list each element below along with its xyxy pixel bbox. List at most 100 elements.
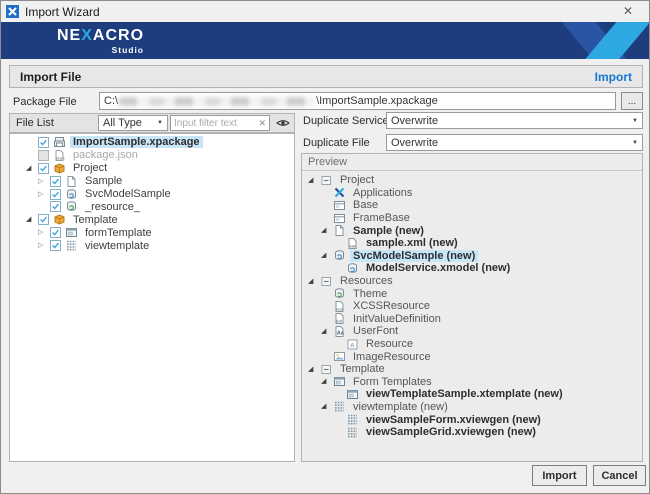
tree-item-label[interactable]: formTemplate xyxy=(82,227,155,239)
app-icon xyxy=(333,186,346,199)
checkbox-unchecked[interactable] xyxy=(38,150,49,161)
tree-item[interactable]: initInitValueDefinition xyxy=(302,313,642,326)
tree-item[interactable]: ◢ viewtemplate (new) xyxy=(302,401,642,414)
expanded-arrow-icon[interactable]: ◢ xyxy=(321,403,333,410)
checkbox-checked[interactable] xyxy=(50,201,61,212)
checkbox-checked[interactable] xyxy=(38,214,49,225)
tree-item-label[interactable]: Sample xyxy=(82,175,125,187)
tree-item-label[interactable]: SvcModelSample xyxy=(82,188,174,200)
collapsed-arrow-icon[interactable]: ▷ xyxy=(38,191,50,198)
tree-item[interactable]: ◢AaUserFont xyxy=(302,325,642,338)
tree-item[interactable]: ModelService.xmodel (new) xyxy=(302,262,642,275)
eye-toggle-icon[interactable] xyxy=(273,115,293,131)
tree-item-label[interactable]: Project xyxy=(70,162,110,174)
tree-item[interactable]: ▷ viewtemplate xyxy=(10,239,294,252)
expanded-arrow-icon[interactable]: ◢ xyxy=(321,227,333,234)
tree-item-label[interactable]: ImportSample.xpackage xyxy=(70,136,203,148)
tree-item-label[interactable]: Sample (new) xyxy=(350,225,427,237)
expanded-arrow-icon[interactable]: ◢ xyxy=(26,216,38,223)
tree-item-label[interactable]: viewSampleGrid.xviewgen (new) xyxy=(363,426,539,438)
tree-item-label[interactable]: sample.xml (new) xyxy=(363,237,461,249)
tree-item[interactable]: ImportSample.xpackage xyxy=(10,136,294,149)
tree-item[interactable]: Base xyxy=(302,199,642,212)
collapsed-arrow-icon[interactable]: ▷ xyxy=(38,242,50,249)
title-bar[interactable]: Import Wizard ✕ xyxy=(1,1,649,22)
expanded-arrow-icon[interactable]: ◢ xyxy=(321,252,333,259)
tree-item[interactable]: Theme xyxy=(302,287,642,300)
tree-item-label[interactable]: _resource_ xyxy=(82,201,143,213)
tree-item[interactable]: ▷ SvcModelSample xyxy=(10,188,294,201)
type-filter-dropdown[interactable]: All Type ▼ xyxy=(98,115,168,131)
collapsed-arrow-icon[interactable]: ▷ xyxy=(38,178,50,185)
tree-item-label[interactable]: ImageResource xyxy=(350,351,434,363)
checkbox-checked[interactable] xyxy=(50,176,61,187)
import-link[interactable]: Import xyxy=(595,70,632,84)
tree-item-label[interactable]: Resource xyxy=(363,338,416,350)
tree-item-label[interactable]: Template xyxy=(70,214,121,226)
tree-item-label[interactable]: FrameBase xyxy=(350,212,413,224)
tree-item[interactable]: Applications xyxy=(302,187,642,200)
close-icon[interactable]: ✕ xyxy=(615,1,641,21)
duplicate-file-dropdown[interactable]: Overwrite ▼ xyxy=(386,134,643,151)
tree-item[interactable]: ◢ SvcModelSample (new) xyxy=(302,250,642,263)
tree-item[interactable]: viewSampleGrid.xviewgen (new) xyxy=(302,426,642,439)
checkbox-checked[interactable] xyxy=(50,240,61,251)
filter-text-input[interactable] xyxy=(171,118,255,129)
tree-item-label[interactable]: Form Templates xyxy=(350,376,435,388)
grid-icon xyxy=(65,239,78,252)
tree-item[interactable]: FrameBase xyxy=(302,212,642,225)
tree-item[interactable]: AResource xyxy=(302,338,642,351)
tree-item-label[interactable]: Theme xyxy=(350,288,390,300)
expanded-arrow-icon[interactable]: ◢ xyxy=(308,278,320,285)
tree-item[interactable]: _resource_ xyxy=(10,200,294,213)
tree-item[interactable]: ◢ Template xyxy=(10,213,294,226)
checkbox-checked[interactable] xyxy=(38,163,49,174)
clear-filter-icon[interactable]: ✕ xyxy=(255,118,269,129)
checkbox-checked[interactable] xyxy=(38,137,49,148)
tree-item[interactable]: ▷ Sample xyxy=(10,175,294,188)
tree-item-label[interactable]: Resources xyxy=(337,275,396,287)
tree-item-label[interactable]: InitValueDefinition xyxy=(350,313,444,325)
tree-item[interactable]: xcssXCSSResource xyxy=(302,300,642,313)
tree-item[interactable]: ◢ Resources xyxy=(302,275,642,288)
tree-item[interactable]: ◢ Project xyxy=(10,162,294,175)
tree-item-label[interactable]: viewtemplate xyxy=(82,240,152,252)
duplicate-service-dropdown[interactable]: Overwrite ▼ xyxy=(386,112,643,129)
tree-item[interactable]: jsonpackage.json xyxy=(10,149,294,162)
expanded-arrow-icon[interactable]: ◢ xyxy=(321,328,333,335)
import-button[interactable]: Import xyxy=(532,465,587,486)
cancel-button[interactable]: Cancel xyxy=(593,465,646,486)
filter-input-wrap: ✕ xyxy=(170,115,270,131)
tree-item-label[interactable]: XCSSResource xyxy=(350,300,433,312)
tree-item-label[interactable]: Template xyxy=(337,363,388,375)
expanded-arrow-icon[interactable]: ◢ xyxy=(308,366,320,373)
checkbox-checked[interactable] xyxy=(50,227,61,238)
tree-item[interactable]: ▷ formTemplate xyxy=(10,226,294,239)
tree-item-label[interactable]: Base xyxy=(350,199,381,211)
tree-item[interactable]: viewTemplateSample.xtemplate (new) xyxy=(302,388,642,401)
tree-item-label[interactable]: UserFont xyxy=(350,325,401,337)
package-file-input[interactable]: C:\ \ImportSample.xpackage xyxy=(99,92,616,110)
collapsed-arrow-icon[interactable]: ▷ xyxy=(38,229,50,236)
tree-item-label[interactable]: package.json xyxy=(70,149,141,161)
tree-item-label[interactable]: Applications xyxy=(350,187,415,199)
tree-item[interactable]: ImageResource xyxy=(302,350,642,363)
checkbox-checked[interactable] xyxy=(50,189,61,200)
chevron-down-icon: ▼ xyxy=(632,118,638,124)
tree-item-label[interactable]: SvcModelSample (new) xyxy=(350,250,478,262)
tree-item-label[interactable]: Project xyxy=(337,174,377,186)
expanded-arrow-icon[interactable]: ◢ xyxy=(308,177,320,184)
tree-item[interactable]: ◢ Template xyxy=(302,363,642,376)
tree-item[interactable]: xmlsample.xml (new) xyxy=(302,237,642,250)
tree-item[interactable]: viewSampleForm.xviewgen (new) xyxy=(302,413,642,426)
tree-item-label[interactable]: viewtemplate (new) xyxy=(350,401,451,413)
tree-item[interactable]: ◢ Sample (new) xyxy=(302,224,642,237)
tree-item-label[interactable]: viewSampleForm.xviewgen (new) xyxy=(363,414,544,426)
tree-item-label[interactable]: viewTemplateSample.xtemplate (new) xyxy=(363,388,566,400)
tree-item[interactable]: ◢ Project xyxy=(302,174,642,187)
expanded-arrow-icon[interactable]: ◢ xyxy=(26,165,38,172)
tree-item-label[interactable]: ModelService.xmodel (new) xyxy=(363,262,513,274)
expanded-arrow-icon[interactable]: ◢ xyxy=(321,378,333,385)
tree-item[interactable]: ◢ Form Templates xyxy=(302,376,642,389)
browse-button[interactable]: ... xyxy=(621,92,643,110)
